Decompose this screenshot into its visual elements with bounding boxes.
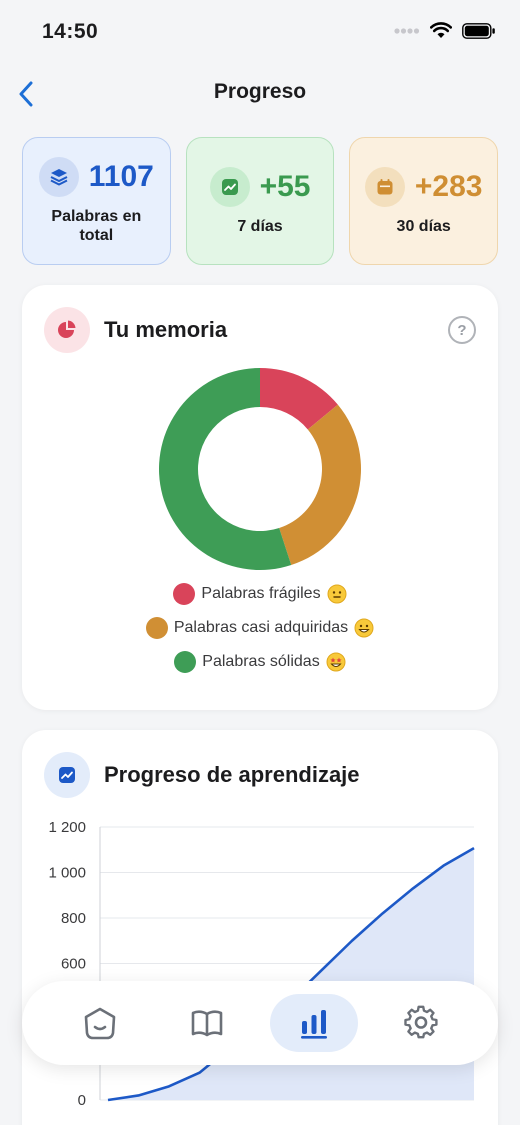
legend-label-fragile: Palabras frágiles	[201, 585, 321, 602]
book-icon	[191, 1010, 222, 1037]
tab-home[interactable]	[56, 994, 144, 1052]
donut-slice-almost	[279, 404, 361, 566]
stats-icon	[300, 1010, 327, 1039]
stack-icon	[38, 157, 79, 197]
y-tick-label: 1 200	[48, 819, 86, 836]
memory-title: Tu memoria	[104, 317, 228, 342]
trend-icon	[209, 166, 250, 207]
stats-row: 1107 Palabras en total +55 7 días +283 3…	[22, 137, 499, 265]
legend-dot-solid	[174, 651, 197, 673]
stat-label-month: 30 días	[396, 217, 451, 235]
chart-icon	[44, 752, 90, 798]
pie-chart-icon	[44, 307, 90, 353]
star-eyes-face-icon	[326, 652, 346, 672]
signal-icon	[394, 27, 420, 34]
settings-icon	[403, 1005, 438, 1039]
wifi-icon	[430, 22, 452, 38]
y-tick-label: 0	[78, 1092, 86, 1109]
stat-card-total: 1107 Palabras en total	[22, 137, 171, 265]
stat-card-month: +283 30 días	[349, 137, 499, 265]
status-time: 14:50	[42, 20, 99, 43]
stat-label-total: Palabras en total	[51, 208, 142, 244]
nav-bar: Progreso	[0, 64, 520, 120]
tab-bar	[22, 981, 498, 1065]
stat-value-week: +55	[259, 169, 311, 203]
progress-line-chart: 1 2001 0008006004002000Apr 28May 18Jun 0…	[48, 819, 475, 1109]
grin-face-icon	[354, 618, 374, 638]
page-title: Progreso	[213, 80, 307, 103]
memory-legend: Palabras frágiles Palabras casi adquirid…	[22, 583, 498, 673]
legend-label-almost: Palabras casi adquiridas	[173, 619, 349, 636]
legend-label-solid: Palabras sólidas	[202, 653, 320, 670]
legend-item-almost: Palabras casi adquiridas	[145, 617, 374, 639]
home-icon	[84, 1007, 115, 1040]
tab-progress[interactable]	[269, 994, 358, 1052]
neutral-face-icon	[327, 584, 347, 604]
y-tick-label: 1 000	[48, 865, 86, 882]
tab-settings[interactable]	[377, 994, 465, 1052]
y-tick-label: 800	[61, 910, 86, 927]
calendar-icon	[364, 166, 405, 207]
y-tick-label: 600	[61, 956, 86, 973]
stat-value-total: 1107	[88, 160, 154, 193]
battery-icon	[462, 22, 495, 39]
memory-donut-chart	[158, 368, 361, 570]
progress-title: Progreso de aprendizaje	[104, 762, 360, 787]
stat-value-month: +283	[414, 169, 483, 203]
legend-dot-fragile	[173, 583, 196, 605]
progress-card: Progreso de aprendizaje 1 200 1 000 800 600…	[22, 730, 498, 1125]
legend-item-solid: Palabras sólidas	[174, 651, 346, 673]
status-icons	[394, 22, 496, 39]
legend-dot-almost	[145, 617, 168, 639]
memory-card: Tu memoria ? Palabras frágiles Palabras …	[22, 285, 498, 710]
status-bar: 14:50	[0, 0, 520, 64]
legend-item-fragile: Palabras frágiles	[173, 583, 347, 605]
help-button[interactable]: ?	[448, 316, 476, 344]
stat-label-week: 7 días	[237, 217, 283, 235]
tab-library[interactable]	[163, 994, 251, 1052]
stat-card-week: +55 7 días	[185, 137, 335, 265]
